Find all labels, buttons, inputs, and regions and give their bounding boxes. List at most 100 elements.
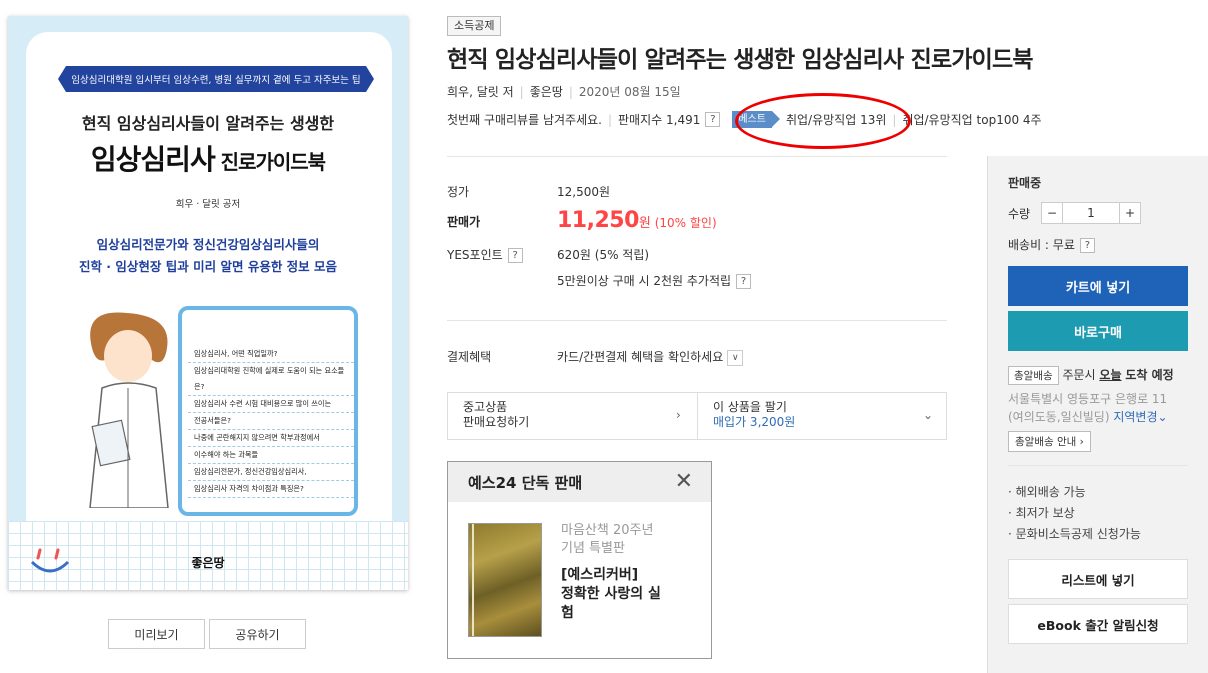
panel-item: 임상심리사 자격의 차이점과 특징은? <box>188 481 354 498</box>
points-extra-help-icon[interactable]: ? <box>736 274 752 289</box>
exclusive-title-line1: [예스리커버] <box>561 567 639 583</box>
panel-item: 임상심리대학원 진학에 실제로 도움이 되는 요소들은? <box>188 363 354 396</box>
publisher-link[interactable]: 좋은땅 <box>530 85 563 99</box>
buyback-price: 매입가 3,200원 <box>713 415 796 429</box>
delivery-guide-button[interactable]: 총알배송 안내 › <box>1008 431 1091 452</box>
exclusive-title-line2: 정확한 사랑의 실 <box>561 586 661 602</box>
change-region-link[interactable]: 지역변경⌄ <box>1113 410 1167 424</box>
address-line1: 서울특별시 영등포구 은행로 11 <box>1008 392 1168 406</box>
express-delivery-tag: 총알배송 <box>1008 366 1059 385</box>
review-prompt-link[interactable]: 첫번째 구매리뷰를 남겨주세요. <box>447 111 602 128</box>
doctor-illustration-icon <box>89 312 169 508</box>
used-sell-request[interactable]: 중고상품 판매요청하기 <box>448 393 697 439</box>
sell-item-line1: 이 상품을 팔기 <box>713 400 787 414</box>
points-help-icon[interactable]: ? <box>507 248 523 263</box>
book-cover-image[interactable]: 임상심리대학원 입시부터 임상수련, 병원 실무까지 곁에 두고 자주보는 팁 … <box>8 16 408 590</box>
page-title: 현직 임상심리사들이 알려주는 생생한 임상심리사 진로가이드북 <box>447 47 1034 73</box>
points-label: YES포인트? <box>447 246 523 263</box>
close-icon[interactable]: ✕ <box>675 469 693 494</box>
cover-title-small: 진로가이드북 <box>214 150 326 174</box>
sales-index-help-icon[interactable]: ? <box>705 112 721 127</box>
delivery-post: 도착 예정 <box>1125 368 1174 382</box>
qty-plus-button[interactable]: + <box>1119 202 1141 224</box>
divider <box>447 156 947 157</box>
buy-now-button[interactable]: 바로구매 <box>1008 311 1188 351</box>
cover-publisher: 좋은땅 <box>191 556 225 570</box>
exclusive-title-line3: 험 <box>561 605 574 621</box>
top100-link[interactable]: 취업/유망직업 top100 4주 <box>902 111 1041 128</box>
recover-book-thumbnail[interactable] <box>468 523 542 637</box>
purchase-sidebar: 판매중 수량 − 1 + 배송비 : 무료? 카트에 넣기 바로구매 총알배송 … <box>987 156 1208 673</box>
payment-benefit-text: 카드/간편결제 혜택을 확인하세요 <box>557 350 724 364</box>
service-list: · 해외배송 가능 · 최저가 보상 · 문화비소득공제 신청가능 <box>1008 482 1141 545</box>
annotation-circle <box>735 93 911 149</box>
list-item: · 해외배송 가능 <box>1008 485 1086 499</box>
sale-price-value: 11,250 <box>557 208 639 233</box>
preview-button[interactable]: 미리보기 <box>108 619 205 649</box>
sale-discount: (10% 할인) <box>654 216 717 230</box>
chevron-right-icon: › <box>676 408 681 422</box>
address-line2: (여의도동,일신빌딩) <box>1008 410 1110 424</box>
add-to-cart-button[interactable]: 카트에 넣기 <box>1008 266 1188 306</box>
cover-desc-line2: 진학 · 임상현장 팁과 미리 알면 유용한 정보 모음 <box>78 259 338 274</box>
payment-benefit[interactable]: 카드/간편결제 혜택을 확인하세요 ∨ <box>557 348 744 366</box>
ebook-alert-button[interactable]: eBook 출간 알림신청 <box>1008 604 1188 644</box>
shipping-help-icon[interactable]: ? <box>1079 238 1095 253</box>
list-price-label: 정가 <box>447 185 470 199</box>
add-to-list-button[interactable]: 리스트에 넣기 <box>1008 559 1188 599</box>
authors-link[interactable]: 희우, 달릿 저 <box>447 85 514 99</box>
divider <box>1008 465 1188 466</box>
payment-label: 결제혜택 <box>447 350 492 364</box>
change-region-text: 지역변경 <box>1113 410 1158 424</box>
panel-item: 임상심리사, 어떤 직업일까? <box>188 346 354 363</box>
cover-subtitle: 현직 임상심리사들이 알려주는 생생한 <box>81 114 335 133</box>
sale-status: 판매중 <box>1008 176 1042 190</box>
cover-desc-line1: 임상심리전문가와 정신건강임상심리사들의 <box>96 237 320 252</box>
sale-price-unit: 원 <box>638 216 651 231</box>
exclusive-subtitle-line1: 마음산책 20주년 <box>561 523 654 538</box>
shipping-fee-text: 배송비 : 무료 <box>1008 238 1075 252</box>
qty-minus-button[interactable]: − <box>1041 202 1063 224</box>
sell-this-item[interactable]: 이 상품을 팔기 매입가 3,200원 <box>698 393 946 439</box>
exclusive-header-text: 예스24 단독 판매 <box>468 474 583 492</box>
points-value: 620원 (5% 적립) <box>557 248 650 262</box>
income-deduction-tag: 소득공제 <box>447 16 502 36</box>
used-sell-line2: 판매요청하기 <box>463 415 530 429</box>
cover-question-panel: 임상심리사, 어떤 직업일까? 임상심리대학원 진학에 실제로 도움이 되는 요… <box>178 306 358 516</box>
panel-item: 전공서들은? <box>188 413 354 430</box>
chevron-down-icon[interactable]: ∨ <box>727 349 744 366</box>
delivery-address: 서울특별시 영등포구 은행로 11 (여의도동,일신빌딩) 지역변경⌄ <box>1008 390 1198 426</box>
sales-index: 판매지수 1,491 <box>618 113 701 127</box>
exclusive-subtitle-line2: 기념 특별판 <box>561 541 625 556</box>
bullet-text: 문화비소득공제 신청가능 <box>1015 527 1141 541</box>
panel-item: 임상심리사 수련 시험 대비용으로 많이 쓰이는 <box>188 396 354 413</box>
panel-item: 나중에 곤란해지지 않으려면 학부과정에서 <box>188 430 354 447</box>
cover-description: 임상심리전문가와 정신건강임상심리사들의 진학 · 임상현장 팁과 미리 알면 … <box>8 234 408 278</box>
used-sell-line1: 중고상품 <box>463 400 508 414</box>
points-extra-text: 5만원이상 구매 시 2천원 추가적립 <box>557 274 732 288</box>
share-button[interactable]: 공유하기 <box>209 619 306 649</box>
shipping-fee: 배송비 : 무료? <box>1008 236 1095 253</box>
used-goods-box: 중고상품 판매요청하기 › 이 상품을 팔기 매입가 3,200원 ⌄ <box>447 392 947 440</box>
chevron-down-icon[interactable]: ⌄ <box>923 408 933 422</box>
list-price-value: 12,500원 <box>557 185 611 199</box>
delivery-estimate: 총알배송 주문시 오늘 도착 예정 <box>1008 366 1174 385</box>
qty-input[interactable]: 1 <box>1063 202 1119 224</box>
list-item: · 최저가 보상 <box>1008 506 1075 520</box>
publish-date: 2020년 08월 15일 <box>578 85 681 99</box>
quantity-stepper: − 1 + <box>1041 202 1141 224</box>
panel-item: 임상심리전문가, 정신건강임상심리사, <box>188 464 354 481</box>
book-meta: 희우, 달릿 저 | 좋은땅 | 2020년 08월 15일 <box>447 85 681 99</box>
sale-price: 11,250원 (10% 할인) <box>557 208 717 233</box>
panel-item: 이수해야 하는 과목들 <box>188 447 354 464</box>
points-extra: 5만원이상 구매 시 2천원 추가적립? <box>557 272 752 289</box>
delivery-guide-text: 총알배송 안내 <box>1015 436 1077 448</box>
cover-banner: 임상심리대학원 입시부터 임상수련, 병원 실무까지 곁에 두고 자주보는 팁 <box>58 66 374 92</box>
cover-title-main: 임상심리사 <box>90 143 216 176</box>
exclusive-book-title-link[interactable]: [예스리커버] 정확한 사랑의 실 험 <box>561 566 701 623</box>
bullet-text: 해외배송 가능 <box>1015 485 1086 499</box>
bullet-text: 최저가 보상 <box>1015 506 1075 520</box>
sale-price-label: 판매가 <box>447 215 481 229</box>
divider <box>447 320 947 321</box>
list-item: · 문화비소득공제 신청가능 <box>1008 527 1141 541</box>
